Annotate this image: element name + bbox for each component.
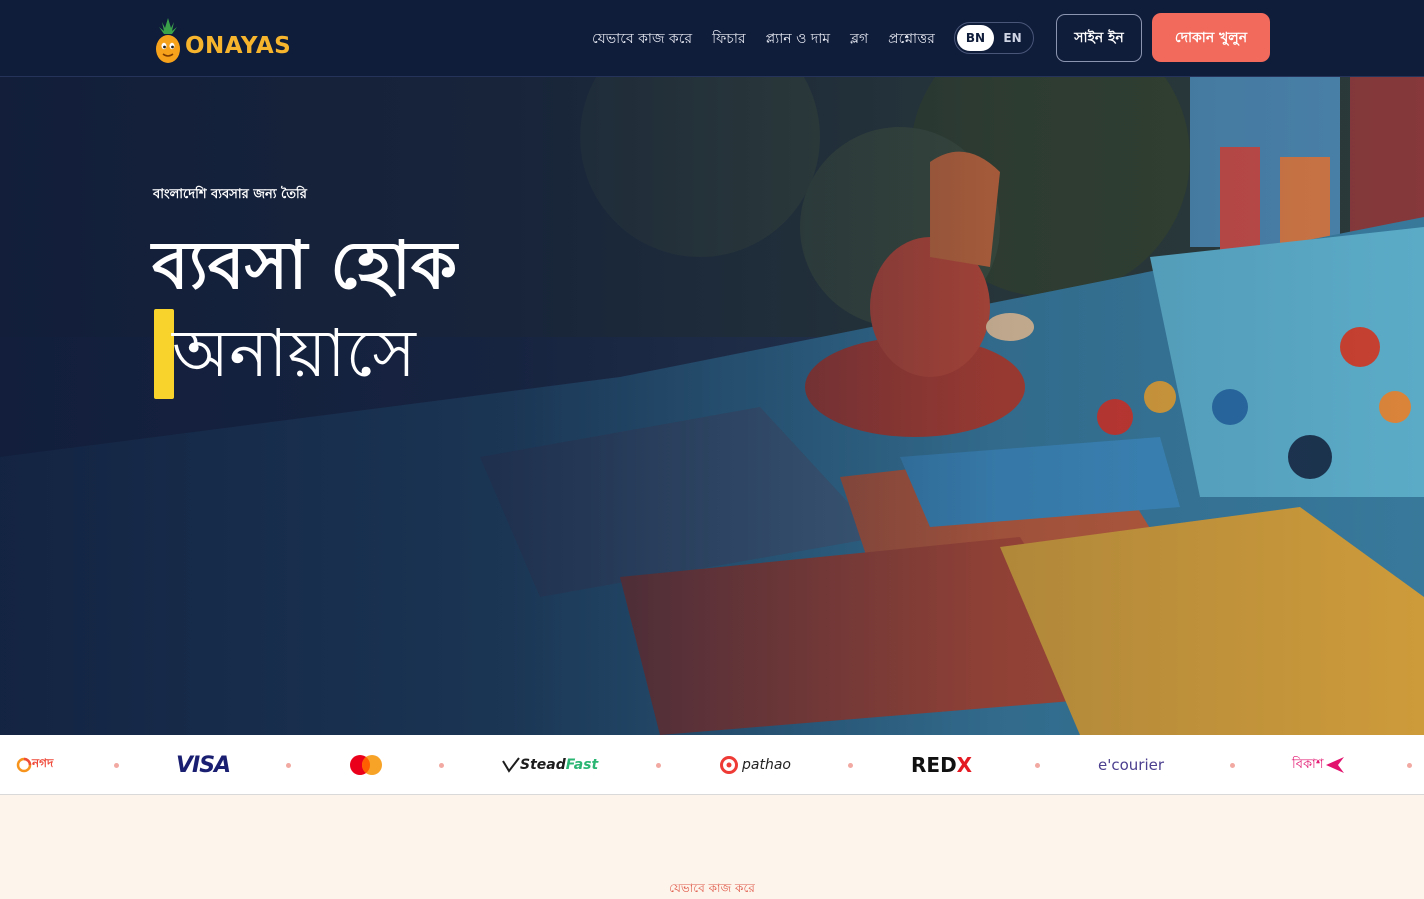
bkash-text: বিকাশ <box>1292 756 1324 772</box>
partner-pathao: pathao <box>719 735 791 795</box>
partner-mastercard <box>349 735 383 795</box>
brand-logo[interactable]: ONAYAS <box>153 14 293 64</box>
nav-how-it-works[interactable]: যেভাবে কাজ করে <box>592 27 692 51</box>
steadfast-text: Stead <box>520 757 566 773</box>
open-shop-button[interactable]: দোকান খুলুন <box>1152 13 1270 62</box>
brand-name: ONAYAS <box>185 33 292 59</box>
hero-headline-line2: অনায়াসে <box>172 315 416 392</box>
redx-text: RED <box>911 753 957 777</box>
separator-dot <box>286 763 291 768</box>
partner-redx: RED X <box>911 735 972 795</box>
partner-visa: VISA <box>176 752 231 778</box>
partner-bkash: বিকাশ <box>1292 735 1346 795</box>
main-nav: যেভাবে কাজ করে ফিচার প্ল্যান ও দাম ব্লগ … <box>592 27 935 51</box>
separator-dot <box>439 763 444 768</box>
separator-dot <box>848 763 853 768</box>
separator-dot <box>114 763 119 768</box>
partner-logo-strip: নগদ VISA Stead Fast pathao RED X e'courier… <box>0 735 1424 795</box>
hero-section: বাংলাদেশি ব্যবসার জন্য তৈরি ব্যবসা হোক অ… <box>0 77 1424 735</box>
partner-nagad: নগদ <box>16 735 53 795</box>
lang-option-bn[interactable]: BN <box>957 25 994 51</box>
hero-overlay <box>0 77 1424 735</box>
bkash-bird-icon <box>1325 757 1344 773</box>
pineapple-logo-icon <box>153 16 183 64</box>
lang-option-en[interactable]: EN <box>994 25 1031 51</box>
section-eyebrow-how-it-works: যেভাবে কাজ করে <box>669 881 755 895</box>
top-navigation-bar: ONAYAS যেভাবে কাজ করে ফিচার প্ল্যান ও দা… <box>0 0 1424 77</box>
typing-cursor <box>154 309 174 399</box>
language-toggle: BN EN <box>954 22 1034 54</box>
redx-accent-text: X <box>956 753 973 777</box>
separator-dot <box>1035 763 1040 768</box>
separator-dot <box>1230 763 1235 768</box>
mastercard-logo-icon <box>350 755 382 775</box>
separator-dot <box>1407 763 1412 768</box>
pathao-text: pathao <box>742 757 791 773</box>
nagad-logo-icon <box>16 757 32 773</box>
nagad-text: নগদ <box>32 756 54 770</box>
nav-blog[interactable]: ব্লগ <box>850 27 868 51</box>
separator-dot <box>656 763 661 768</box>
nav-plans-pricing[interactable]: প্ল্যান ও দাম <box>766 27 830 51</box>
partner-ecourier: e'courier <box>1098 756 1165 774</box>
hero-headline-line1: ব্যবসা হোক <box>152 227 458 304</box>
sign-in-button[interactable]: সাইন ইন <box>1056 14 1142 62</box>
pathao-logo-icon <box>720 756 738 774</box>
hero-tagline: বাংলাদেশি ব্যবসার জন্য তৈরি <box>153 187 307 202</box>
partner-steadfast: Stead Fast <box>502 735 598 795</box>
nav-features[interactable]: ফিচার <box>712 27 746 51</box>
steadfast-check-icon <box>502 757 520 773</box>
nav-faq[interactable]: প্রশ্নোত্তর <box>888 27 935 51</box>
steadfast-accent-text: Fast <box>565 757 599 773</box>
